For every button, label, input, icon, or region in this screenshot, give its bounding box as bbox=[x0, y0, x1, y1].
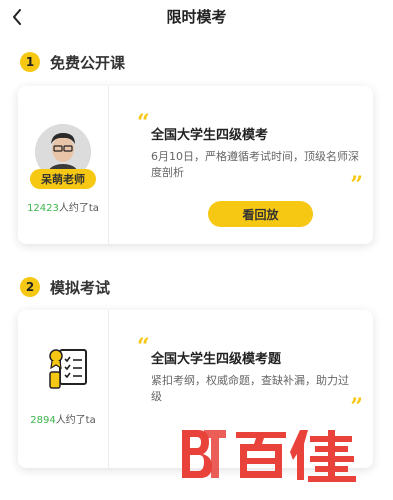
teacher-panel: 呆萌老师 12423人约了ta bbox=[18, 86, 108, 244]
section-number-badge: 1 bbox=[20, 52, 40, 72]
watch-replay-button[interactable]: 看回放 bbox=[208, 201, 313, 227]
appointment-number: 2894 bbox=[30, 415, 56, 426]
teacher-name-badge: 呆萌老师 bbox=[30, 169, 96, 189]
course-info: “ 全国大学生四级模考 6月10日，严格遵循考试时间，顶级名师深度剖析 ” 看回… bbox=[109, 86, 373, 244]
exam-panel: 2894人约了ta bbox=[18, 310, 108, 468]
nav-bar: 限时模考 bbox=[0, 0, 393, 34]
free-course-card[interactable]: 呆萌老师 12423人约了ta “ 全国大学生四级模考 6月10日，严格遵循考试… bbox=[18, 86, 373, 244]
baijia-watermark-logo bbox=[178, 424, 378, 484]
course-title: 全国大学生四级模考 bbox=[151, 128, 269, 143]
close-quote-mark: ” bbox=[350, 394, 363, 420]
exam-description: 紧扣考纲，权威命题，查缺补漏，助力过级 bbox=[151, 374, 349, 403]
page-title: 限时模考 bbox=[166, 8, 227, 26]
close-quote-mark: ” bbox=[350, 172, 363, 198]
exam-title: 全国大学生四级模考题 bbox=[151, 352, 282, 367]
appointment-count: 2894人约了ta bbox=[18, 411, 108, 426]
open-quote-mark: “ bbox=[137, 110, 150, 136]
certificate-checklist-icon bbox=[48, 344, 90, 390]
section-header-free-course: 1 免费公开课 bbox=[20, 50, 125, 74]
appointment-number: 12423 bbox=[27, 203, 59, 214]
course-description: 6月10日，严格遵循考试时间，顶级名师深度剖析 bbox=[151, 150, 359, 179]
section-header-mock-exam: 2 模拟考试 bbox=[20, 275, 110, 299]
appointment-suffix: 人约了ta bbox=[55, 415, 96, 426]
appointment-suffix: 人约了ta bbox=[58, 203, 99, 214]
section-title: 模拟考试 bbox=[50, 278, 111, 297]
section-title: 免费公开课 bbox=[50, 53, 126, 72]
open-quote-mark: “ bbox=[137, 334, 150, 360]
appointment-count: 12423人约了ta bbox=[18, 199, 108, 214]
section-number-badge: 2 bbox=[20, 277, 40, 297]
